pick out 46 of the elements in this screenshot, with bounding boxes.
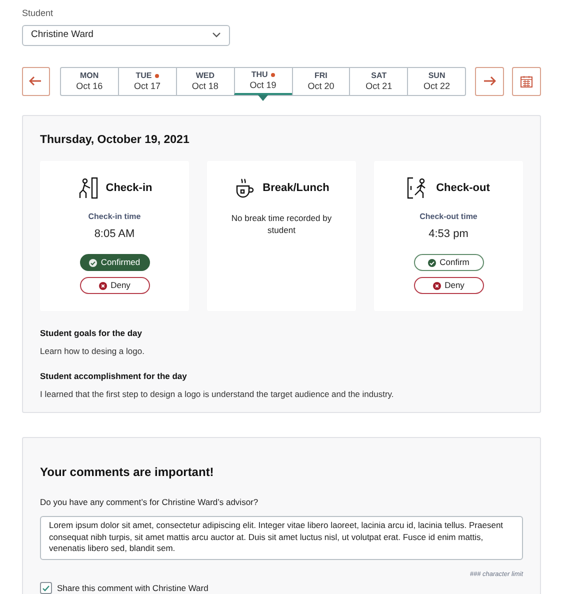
- day-title: Thursday, October 19, 2021: [40, 132, 190, 148]
- previous-week-button[interactable]: [22, 66, 50, 96]
- check-icon: [42, 584, 50, 592]
- card-title: Break/Lunch: [262, 181, 330, 196]
- day-tab[interactable]: TUE Oct 17: [118, 68, 176, 94]
- chevron-down-icon: [212, 32, 221, 38]
- day-tab[interactable]: MON Oct 16: [60, 68, 118, 94]
- time-value: 8:05 AM: [94, 226, 135, 242]
- deny-button[interactable]: Deny: [414, 277, 484, 294]
- next-week-button[interactable]: [475, 66, 504, 96]
- card-title: Check-out: [436, 181, 490, 196]
- section-heading: Student goals for the day: [40, 326, 144, 340]
- arrow-left-icon: [29, 76, 42, 86]
- question-text: Do you have any comment’s for Christine Ward’s advisor?: [40, 496, 260, 508]
- arrow-right-icon: [483, 76, 496, 86]
- day-tab[interactable]: SUN Oct 22: [407, 68, 466, 94]
- section-text: Learn how to desing a logo.: [40, 344, 146, 358]
- day-tab[interactable]: WED Oct 18: [176, 68, 234, 94]
- time-value: 4:53 pm: [428, 226, 468, 242]
- confirm-button[interactable]: Confirm: [414, 254, 484, 272]
- pointer-icon: [258, 94, 268, 100]
- time-label: Check-out time: [420, 210, 478, 223]
- section-heading: Student accomplishment for the day: [40, 370, 188, 383]
- card-note: No break time recorded by student: [230, 212, 333, 236]
- person-entering-door-icon: [76, 176, 99, 200]
- day-tab[interactable]: FRI Oct 20: [292, 68, 350, 94]
- coffee-cup-icon: [234, 176, 256, 200]
- day-tab[interactable]: THU Oct 19: [234, 68, 292, 94]
- student-select[interactable]: Christine Ward: [22, 24, 230, 46]
- calendar-button[interactable]: [512, 66, 541, 96]
- comments-title: Your comments are important!: [40, 464, 215, 480]
- confirm-button[interactable]: Confirmed: [80, 254, 150, 272]
- section-text: I learned that the first step to design a logo is understand the target audience and the industry.: [40, 388, 395, 401]
- time-label: Check-in time: [88, 210, 141, 223]
- x-circle-icon: [432, 282, 441, 290]
- comment-field[interactable]: Lorem ipsum dolor sit amet, consectetur adipiscing elit. Integer vitae libero laoreet, lacinia arcu id, lacinia tellus. Praesent consequat nibh turpis, sit amet mattis arcu auctor at. Duis sit amet luctus nisl, ut volutpat erat. Fusce id enim mattis, venenatis libero sed, blandit sem.: [40, 516, 523, 560]
- check-circle-icon: [88, 258, 97, 267]
- x-circle-icon: [98, 282, 107, 290]
- checkbox-label: Share this comment with Christine Ward: [57, 582, 208, 594]
- share-checkbox[interactable]: [40, 582, 52, 594]
- day-tab[interactable]: SAT Oct 21: [349, 68, 408, 94]
- check-circle-icon: [428, 258, 436, 267]
- card-title: Check-in: [106, 181, 152, 196]
- calendar-icon: [520, 74, 534, 88]
- field-label: Student: [22, 7, 54, 20]
- deny-button[interactable]: Deny: [80, 277, 150, 294]
